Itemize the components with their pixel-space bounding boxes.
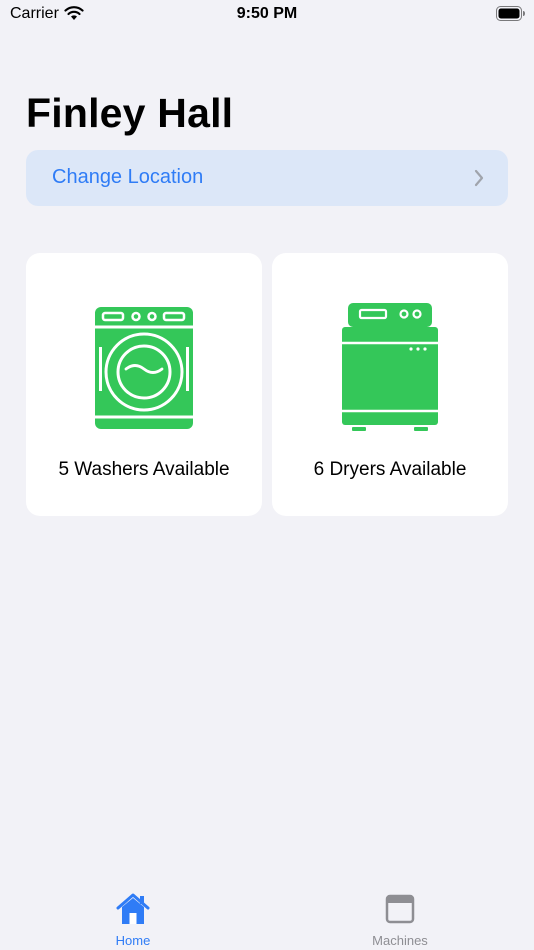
dryers-available-label: 6 Dryers Available [313,459,467,480]
tab-machines[interactable]: Machines [340,892,460,950]
window-icon [385,894,415,924]
house-icon [116,893,150,924]
washers-card[interactable]: 5 Washers Available [26,253,262,516]
status-time: 9:50 PM [236,5,298,22]
status-bar: Carrier 9:50 PM [0,0,534,30]
page-title: Finley Hall [26,90,234,136]
tab-home-label: Home [115,933,151,948]
dryer-icon [342,303,438,431]
tab-home[interactable]: Home [73,892,193,950]
change-location-button[interactable]: Change Location [26,150,508,206]
tab-machines-label: Machines [372,933,428,948]
change-location-label: Change Location [52,166,204,188]
battery-icon [496,6,525,21]
washer-icon [95,307,193,429]
chevron-right-icon [474,169,484,187]
tab-bar: Home Machines [0,880,534,950]
washers-available-label: 5 Washers Available [58,459,230,480]
dryers-card[interactable]: 6 Dryers Available [272,253,508,516]
